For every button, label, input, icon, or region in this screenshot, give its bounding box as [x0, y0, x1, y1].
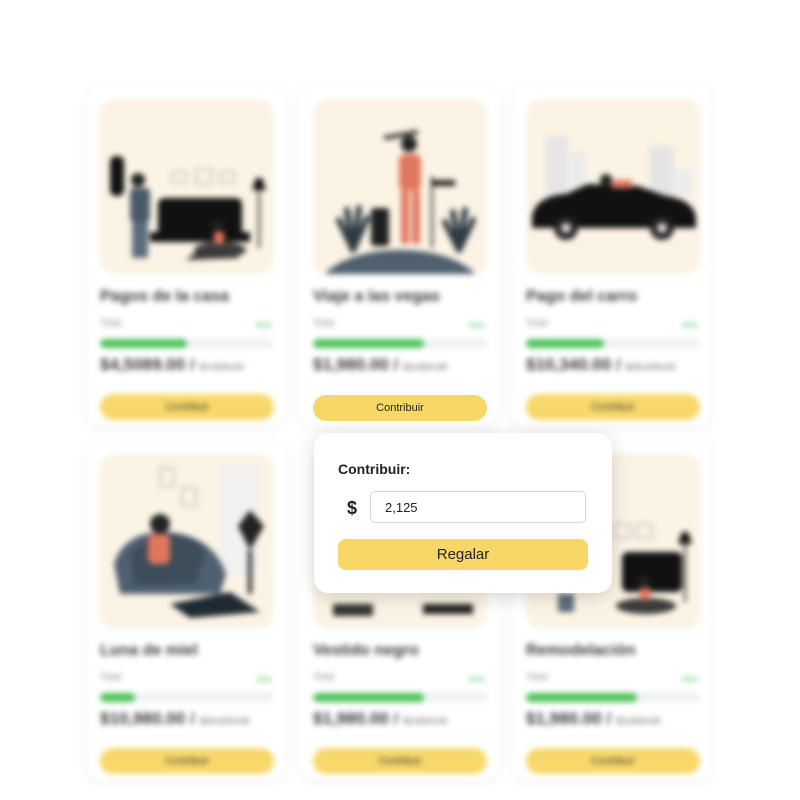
- goal-card-house: Pagos de la casa Total 50% $4,5089.00/ $7…: [86, 86, 286, 426]
- goal-amount: $2,800.00: [403, 716, 448, 727]
- contribute-button[interactable]: Contribuir: [526, 748, 700, 774]
- contribute-button[interactable]: Contribuir: [100, 394, 274, 420]
- total-label: Total: [100, 318, 122, 329]
- progress-percent: 64%: [681, 675, 698, 684]
- progress-percent: 64%: [468, 321, 485, 330]
- progress-fill: [526, 339, 605, 348]
- progress-bar: [313, 339, 487, 348]
- car-illustration: [526, 100, 700, 274]
- amount-separator: /: [393, 711, 399, 728]
- raised-amount: $10,980.00: [100, 709, 186, 728]
- goal-card-vegas: Viaje a las vegas Total 64% $1,980.00/ $2…: [299, 86, 499, 426]
- progress-fill: [313, 339, 425, 348]
- progress-percent: 50%: [255, 321, 272, 330]
- goal-title: Pagos de la casa: [100, 288, 229, 305]
- contribute-button[interactable]: Contribuir: [313, 748, 487, 774]
- total-label: Total: [313, 318, 335, 329]
- contribute-button[interactable]: Contribuir: [526, 394, 700, 420]
- travel-illustration: [313, 100, 487, 274]
- total-label: Total: [100, 672, 122, 683]
- progress-percent: 64%: [468, 675, 485, 684]
- amounts: $1,980.00/ $2,800.00: [313, 709, 448, 729]
- progress-percent: 20%: [255, 675, 272, 684]
- raised-amount: $10,340.00: [526, 355, 612, 374]
- goal-card-car: Pago del carro Total 45% $10,340.00/ $25,…: [512, 86, 712, 426]
- raised-amount: $4,5089.00: [100, 355, 186, 374]
- contribute-button-active[interactable]: Contribuir: [313, 395, 487, 421]
- amount-input[interactable]: [370, 491, 586, 523]
- progress-fill: [100, 339, 187, 348]
- total-label: Total: [526, 318, 548, 329]
- goal-card-honeymoon: Luna de miel Total 20% $10,980.00/ $60,00…: [86, 440, 286, 780]
- dollar-icon: $: [347, 498, 358, 518]
- progress-bar: [526, 339, 700, 348]
- amount-separator: /: [190, 357, 195, 374]
- amounts: $10,980.00/ $60,000.00: [100, 709, 250, 729]
- goal-amount: $2,800.00: [403, 362, 448, 373]
- progress-fill: [313, 693, 425, 702]
- progress-bar: [526, 693, 700, 702]
- goal-title: Luna de miel: [100, 642, 198, 659]
- amount-separator: /: [190, 711, 195, 728]
- progress-bar: [100, 693, 274, 702]
- amount-separator: /: [616, 357, 621, 374]
- raised-amount: $1,980.00: [313, 709, 389, 728]
- contribute-button[interactable]: Contribuir: [100, 748, 274, 774]
- amount-separator: /: [393, 357, 399, 374]
- gift-button[interactable]: Regalar: [338, 539, 588, 570]
- goal-title: Viaje a las vegas: [313, 288, 440, 305]
- amount-separator: /: [606, 711, 612, 728]
- goal-title: Remodelación: [526, 642, 636, 659]
- progress-bar: [100, 339, 274, 348]
- goal-amount: $7,600.00: [199, 362, 245, 373]
- home-illustration: [100, 100, 274, 274]
- total-label: Total: [526, 672, 548, 683]
- progress-fill: [526, 693, 638, 702]
- goal-title: Pago del carro: [526, 288, 638, 305]
- relaxing-illustration: [100, 454, 274, 628]
- raised-amount: $1,980.00: [526, 709, 602, 728]
- progress-bar: [313, 693, 487, 702]
- amounts: $1,980.00/ $2,800.00: [313, 355, 448, 375]
- amounts: $10,340.00/ $25,000.00: [526, 355, 676, 375]
- total-label: Total: [313, 672, 335, 683]
- goal-amount: $25,000.00: [625, 362, 676, 373]
- popover-title: Contribuir:: [338, 461, 411, 477]
- goal-amount: $2,800.00: [616, 716, 661, 727]
- raised-amount: $1,980.00: [313, 355, 389, 374]
- amounts: $4,5089.00/ $7,600.00: [100, 355, 244, 375]
- amounts: $1,980.00/ $2,800.00: [526, 709, 661, 729]
- progress-fill: [100, 693, 135, 702]
- goal-title: Vestido negro: [313, 642, 419, 659]
- contribute-popover: Contribuir: $ Regalar: [314, 433, 612, 593]
- goal-amount: $60,000.00: [199, 716, 250, 727]
- progress-percent: 45%: [681, 321, 698, 330]
